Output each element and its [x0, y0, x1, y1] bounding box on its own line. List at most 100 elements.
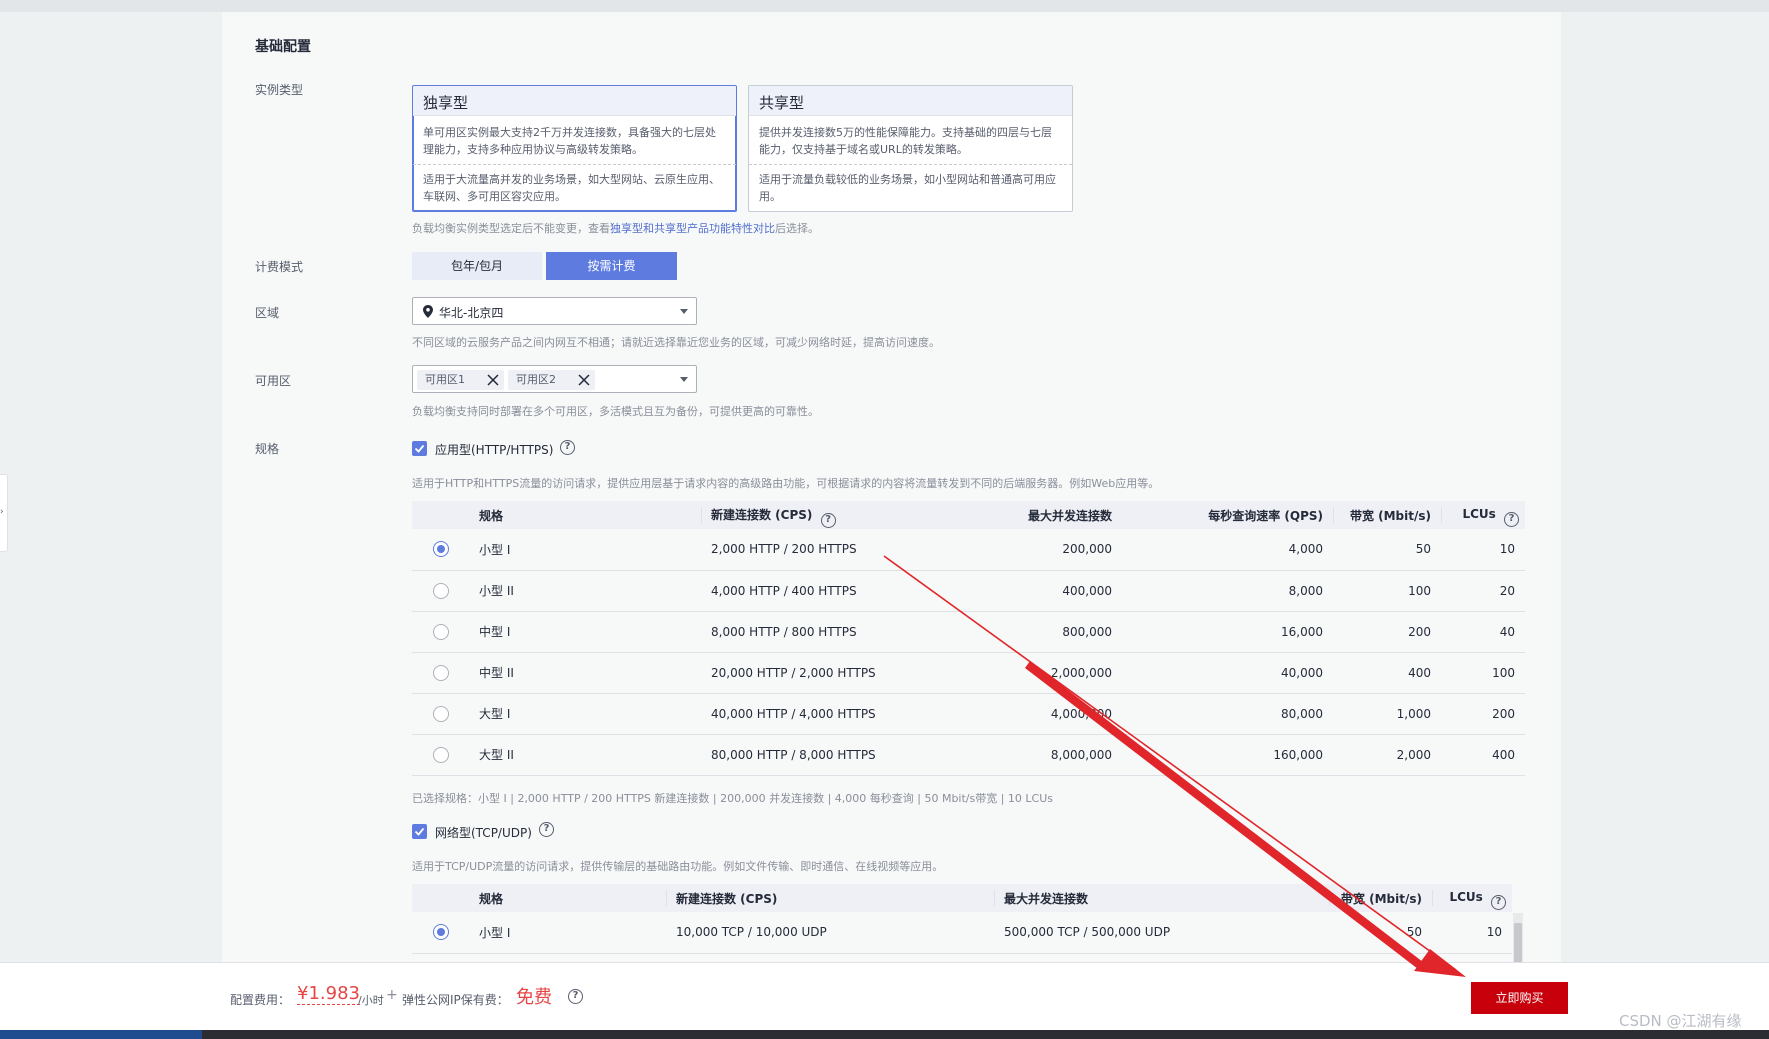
cps-cell: 8,000 HTTP / 800 HTTPS — [701, 611, 981, 653]
qps-cell: 160,000 — [1122, 734, 1333, 776]
eip-fee-value: 免费 — [516, 987, 552, 1008]
region-select[interactable]: 华北-北京四 — [412, 297, 697, 325]
header-label: LCUs — [1462, 506, 1496, 521]
taskbar — [0, 1030, 1769, 1039]
header-label: 带宽 (Mbit/s) — [1340, 891, 1422, 906]
caret-down-icon — [680, 309, 688, 314]
table-header-cell — [412, 884, 469, 912]
bandwidth-cell: 50 — [1333, 529, 1441, 571]
billing-label: 计费模式 — [255, 260, 304, 274]
taskbar-active-item — [0, 1030, 202, 1039]
max-connections-cell: 200,000 — [981, 529, 1122, 571]
eip-fee-label: 弹性公网IP保有费： — [402, 993, 509, 1007]
watermark: CSDN @江湖有缘 — [1619, 1012, 1742, 1030]
cps-cell: 40,000 HTTP / 4,000 HTTPS — [701, 693, 981, 735]
instance-type-label: 实例类型 — [255, 83, 304, 97]
spec-radio[interactable] — [432, 541, 449, 558]
table-row[interactable]: 中型 I 8,000 HTTP / 800 HTTPS 800,000 16,000 2… — [412, 611, 1525, 653]
table-row[interactable]: 大型 II 80,000 HTTP / 8,000 HTTPS 8,000,000 1… — [412, 734, 1525, 776]
instance-card-dedicated[interactable]: 独享型 单可用区实例最大支持2千万并发连接数，具备强大的七层处理能力，支持多种应… — [412, 85, 737, 212]
spec-radio[interactable] — [432, 582, 449, 599]
side-collapse-handle[interactable]: › — [0, 474, 8, 552]
top-strip — [0, 0, 1769, 12]
table-row[interactable]: 小型 I 2,000 HTTP / 200 HTTPS 200,000 4,000 50… — [412, 529, 1525, 571]
header-label: 新建连接数 (CPS) — [676, 891, 778, 906]
net-type-checkbox[interactable] — [412, 824, 427, 839]
help-icon[interactable]: ? — [820, 512, 836, 528]
app-spec-table: 规格 新建连接数 (CPS) ? 最大并发连接数 每秒查询速率 (QPS) 带宽… — [412, 501, 1525, 776]
chevron-right-icon: › — [0, 507, 4, 517]
table-header-row: 规格 新建连接数 (CPS) 最大并发连接数 带宽 (Mbit/s) LCUs … — [412, 884, 1512, 912]
spec-radio[interactable] — [432, 623, 449, 640]
card-description: 提供并发连接数5万的性能保障能力。支持基础的四层与七层能力，仅支持基于域名或UR… — [749, 116, 1072, 165]
spec-name-cell: 中型 I — [469, 611, 701, 653]
table-header-cell: 带宽 (Mbit/s) — [1329, 884, 1432, 912]
scrollbar-thumb[interactable] — [1514, 923, 1522, 963]
card-title: 共享型 — [749, 86, 1072, 116]
max-connections-cell: 2,000,000 — [981, 652, 1122, 694]
card-use-case: 适用于流量负载较低的业务场景，如小型网站和普通高可用应用。 — [759, 173, 1056, 203]
buy-now-button[interactable]: 立即购买 — [1471, 982, 1568, 1014]
cps-cell: 80,000 HTTP / 8,000 HTTPS — [701, 734, 981, 776]
az-select[interactable]: 可用区1 可用区2 — [412, 365, 697, 393]
lcu-cell: 10 — [1432, 912, 1512, 954]
price-value[interactable]: ¥1.983 — [297, 983, 360, 1005]
section-title: 基础配置 — [255, 39, 311, 55]
lcu-cell: 10 — [1441, 529, 1525, 571]
spec-radio[interactable] — [432, 746, 449, 763]
region-value: 华北-北京四 — [439, 306, 504, 320]
max-connections-cell: 400,000 — [981, 570, 1122, 612]
header-label: 新建连接数 (CPS) — [711, 507, 813, 522]
table-scrollbar[interactable] — [1513, 913, 1523, 963]
app-type-checkbox[interactable] — [412, 441, 427, 456]
table-row[interactable]: 小型 II 4,000 HTTP / 400 HTTPS 400,000 8,000 1… — [412, 570, 1525, 612]
max-connections-cell: 8,000,000 — [981, 734, 1122, 776]
close-icon[interactable] — [577, 373, 591, 387]
plus-sign: + — [386, 987, 398, 1003]
hint-text: 后选择。 — [775, 222, 819, 235]
help-icon[interactable]: ? — [1491, 894, 1506, 910]
radio-cell — [412, 693, 469, 735]
max-connections-cell: 4,000,000 — [981, 693, 1122, 735]
lcu-cell: 400 — [1441, 734, 1525, 776]
help-icon[interactable]: ? — [560, 440, 575, 455]
header-label: 最大并发连接数 — [1004, 891, 1089, 906]
table-row[interactable]: 小型 I 10,000 TCP / 10,000 UDP 500,000 TCP /… — [412, 912, 1512, 954]
lcu-cell: 20 — [1441, 570, 1525, 612]
lcu-cell: 40 — [1441, 611, 1525, 653]
qps-cell: 8,000 — [1122, 570, 1333, 612]
az-label: 可用区 — [255, 374, 292, 388]
table-header-cell: 带宽 (Mbit/s) — [1333, 501, 1441, 529]
price-unit: /小时 — [358, 994, 384, 1007]
fee-label: 配置费用： — [230, 993, 291, 1007]
net-type-label: 网络型(TCP/UDP) — [435, 826, 532, 840]
bandwidth-cell: 200 — [1333, 611, 1441, 653]
spec-radio[interactable] — [432, 664, 449, 681]
help-icon[interactable]: ? — [568, 989, 583, 1004]
table-header-cell: 规格 — [469, 884, 666, 912]
card-use-case: 适用于大流量高并发的业务场景，如大型网站、云原生应用、车联网、多可用区容灾应用。 — [423, 173, 720, 203]
help-icon[interactable]: ? — [539, 822, 554, 837]
spec-radio[interactable] — [432, 705, 449, 722]
spec-radio[interactable] — [432, 924, 449, 941]
table-row[interactable]: 中型 II 20,000 HTTP / 2,000 HTTPS 2,000,000 4… — [412, 652, 1525, 694]
table-header-cell: 最大并发连接数 — [981, 501, 1122, 529]
check-icon — [414, 444, 425, 453]
table-header-cell: 规格 — [469, 501, 701, 529]
check-icon — [414, 827, 425, 836]
help-icon[interactable]: ? — [1504, 511, 1519, 527]
region-hint: 不同区域的云服务产品之间内网互不相通；请就近选择靠近您业务的区域，可减少网络时延… — [412, 336, 940, 349]
selected-spec-summary: 已选择规格：小型 I | 2,000 HTTP / 200 HTTPS 新建连接… — [412, 792, 1054, 805]
app-type-label: 应用型(HTTP/HTTPS) — [435, 443, 554, 457]
spec-label: 规格 — [255, 442, 280, 456]
table-row[interactable]: 大型 I 40,000 HTTP / 4,000 HTTPS 4,000,000 80… — [412, 693, 1525, 735]
close-icon[interactable] — [486, 373, 500, 387]
cps-cell: 2,000 HTTP / 200 HTTPS — [701, 529, 981, 571]
table-header-cell: 最大并发连接数 — [994, 884, 1329, 912]
qps-cell: 40,000 — [1122, 652, 1333, 694]
radio-cell — [412, 734, 469, 776]
billing-yearly-monthly-button[interactable]: 包年/包月 — [412, 252, 542, 280]
instance-card-shared[interactable]: 共享型 提供并发连接数5万的性能保障能力。支持基础的四层与七层能力，仅支持基于域… — [748, 85, 1073, 212]
billing-on-demand-button[interactable]: 按需计费 — [546, 252, 677, 280]
compare-link[interactable]: 独享型和共享型产品功能特性对比 — [610, 222, 775, 235]
